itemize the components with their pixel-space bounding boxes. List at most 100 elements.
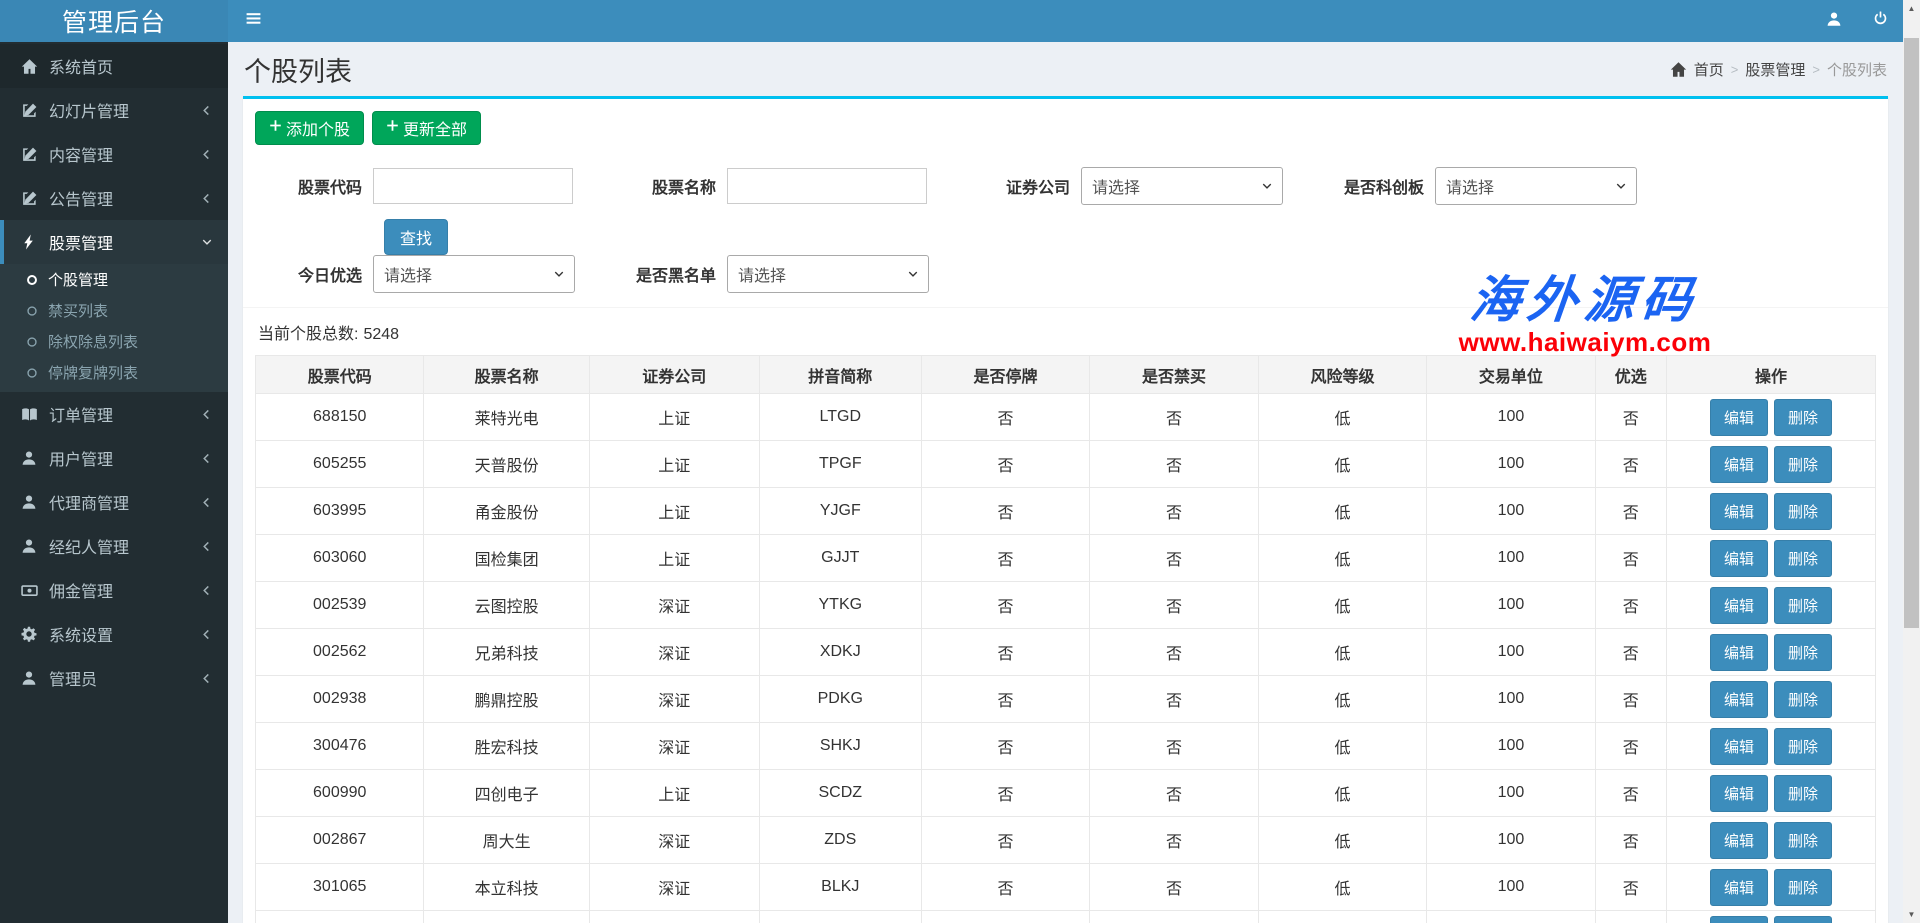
delete-button[interactable]: 删除 <box>1774 916 1832 923</box>
edit-button[interactable]: 编辑 <box>1710 634 1768 671</box>
edit-button[interactable]: 编辑 <box>1710 775 1768 812</box>
sidebar-item-11[interactable]: 管理员 <box>0 656 228 700</box>
exchange-select[interactable]: 请选择 <box>1081 167 1283 205</box>
sidebar-toggle-button[interactable] <box>228 0 278 42</box>
cell-actions: 编辑删除 <box>1666 817 1875 864</box>
chevron-left-icon <box>200 452 213 465</box>
sidebar-item-8[interactable]: 经纪人管理 <box>0 524 228 568</box>
star-market-select[interactable]: 请选择 <box>1435 167 1637 205</box>
sidebar: 系统首页幻灯片管理内容管理公告管理股票管理个股管理禁买列表除权除息列表停牌复牌列… <box>0 42 228 923</box>
cell-unit: 100 <box>1427 723 1595 770</box>
delete-button[interactable]: 删除 <box>1774 728 1832 765</box>
cell-preferred: 否 <box>1595 770 1666 817</box>
update-all-button[interactable]: 更新全部 <box>372 111 481 145</box>
sidebar-section-6: 用户管理 <box>0 436 228 480</box>
edit-button[interactable]: 编辑 <box>1710 728 1768 765</box>
sidebar-item-3[interactable]: 公告管理 <box>0 176 228 220</box>
cell-preferred: 否 <box>1595 817 1666 864</box>
cell-name: 国检集团 <box>424 535 589 582</box>
scrollbar[interactable]: ▲ ▼ <box>1903 0 1920 923</box>
cell-actions: 编辑删除 <box>1666 394 1875 441</box>
chevron-down-icon <box>1261 180 1273 192</box>
cell-company: 上证 <box>589 441 759 488</box>
scrollbar-thumb[interactable] <box>1904 38 1919 628</box>
page-title: 个股列表 <box>244 50 352 89</box>
delete-button[interactable]: 删除 <box>1774 540 1832 577</box>
sidebar-item-2[interactable]: 内容管理 <box>0 132 228 176</box>
delete-button[interactable]: 删除 <box>1774 822 1832 859</box>
power-icon <box>1873 11 1888 31</box>
delete-button[interactable]: 删除 <box>1774 493 1832 530</box>
toolbar: 添加个股 更新全部 <box>255 111 1876 145</box>
logout-button[interactable] <box>1857 0 1903 42</box>
column-header-1: 股票名称 <box>424 356 589 394</box>
user-icon <box>1826 11 1842 32</box>
sidebar-item-9[interactable]: 佣金管理 <box>0 568 228 612</box>
cell-actions: 编辑删除 <box>1666 441 1875 488</box>
delete-button[interactable]: 删除 <box>1774 587 1832 624</box>
cell-code: 002562 <box>256 629 424 676</box>
cell-pinyin: XDKJ <box>759 629 921 676</box>
breadcrumb-current: 个股列表 <box>1827 59 1887 80</box>
sidebar-item-4[interactable]: 股票管理 <box>0 220 228 264</box>
breadcrumb-home-link[interactable]: 首页 <box>1694 59 1724 80</box>
sidebar-item-7[interactable]: 代理商管理 <box>0 480 228 524</box>
cell-suspended: 否 <box>921 441 1089 488</box>
stock-name-input[interactable] <box>727 168 927 204</box>
cell-company: 上证 <box>589 770 759 817</box>
edit-button[interactable]: 编辑 <box>1710 399 1768 436</box>
cell-pinyin: YTKG <box>759 582 921 629</box>
cell-code: 002938 <box>256 676 424 723</box>
edit-button[interactable]: 编辑 <box>1710 587 1768 624</box>
cell-code: 301065 <box>256 864 424 911</box>
star-market-label: 是否科创板 <box>1317 174 1435 198</box>
home-icon <box>18 58 40 75</box>
table-row: 002938鹏鼎控股深证PDKG否否低100否编辑删除 <box>256 676 1876 723</box>
delete-button[interactable]: 删除 <box>1774 681 1832 718</box>
edit-button[interactable]: 编辑 <box>1710 681 1768 718</box>
cell-suspended: 否 <box>921 394 1089 441</box>
scrollbar-up-button[interactable]: ▲ <box>1903 0 1920 17</box>
cell-suspended: 否 <box>921 676 1089 723</box>
sidebar-item-0[interactable]: 系统首页 <box>0 44 228 88</box>
delete-button[interactable]: 删除 <box>1774 634 1832 671</box>
sidebar-subitem-0[interactable]: 个股管理 <box>0 264 228 295</box>
sidebar-item-1[interactable]: 幻灯片管理 <box>0 88 228 132</box>
cell-company: 深证 <box>589 676 759 723</box>
sidebar-item-5[interactable]: 订单管理 <box>0 392 228 436</box>
delete-button[interactable]: 删除 <box>1774 775 1832 812</box>
cell-unit: 100 <box>1427 629 1595 676</box>
sidebar-subitem-2[interactable]: 除权除息列表 <box>0 326 228 357</box>
sidebar-item-10[interactable]: 系统设置 <box>0 612 228 656</box>
cell-name: 飞荣达 <box>424 911 589 923</box>
cell-banned: 否 <box>1090 911 1258 923</box>
cell-actions: 编辑删除 <box>1666 676 1875 723</box>
sidebar-subitem-1[interactable]: 禁买列表 <box>0 295 228 326</box>
edit-button[interactable]: 编辑 <box>1710 493 1768 530</box>
scrollbar-down-button[interactable]: ▼ <box>1903 906 1920 923</box>
delete-button[interactable]: 删除 <box>1774 399 1832 436</box>
breadcrumb-stock-link[interactable]: 股票管理 <box>1745 59 1805 80</box>
sidebar-subitem-3[interactable]: 停牌复牌列表 <box>0 357 228 388</box>
edit-button[interactable]: 编辑 <box>1710 540 1768 577</box>
cell-code: 688150 <box>256 394 424 441</box>
cell-name: 甬金股份 <box>424 488 589 535</box>
cell-code: 002867 <box>256 817 424 864</box>
sidebar-item-6[interactable]: 用户管理 <box>0 436 228 480</box>
delete-button[interactable]: 删除 <box>1774 869 1832 906</box>
account-button[interactable] <box>1811 0 1857 42</box>
delete-button[interactable]: 删除 <box>1774 446 1832 483</box>
edit-button[interactable]: 编辑 <box>1710 869 1768 906</box>
today-pick-select[interactable]: 请选择 <box>373 255 575 293</box>
cell-pinyin: LTGD <box>759 394 921 441</box>
add-stock-button[interactable]: 添加个股 <box>255 111 364 145</box>
edit-button[interactable]: 编辑 <box>1710 822 1768 859</box>
search-button[interactable]: 查找 <box>384 219 448 255</box>
stock-code-input[interactable] <box>373 168 573 204</box>
chevron-left-icon <box>200 148 213 161</box>
blacklist-select[interactable]: 请选择 <box>727 255 929 293</box>
book-icon <box>18 406 40 423</box>
edit-button[interactable]: 编辑 <box>1710 446 1768 483</box>
edit-button[interactable]: 编辑 <box>1710 916 1768 923</box>
cell-code: 600990 <box>256 770 424 817</box>
